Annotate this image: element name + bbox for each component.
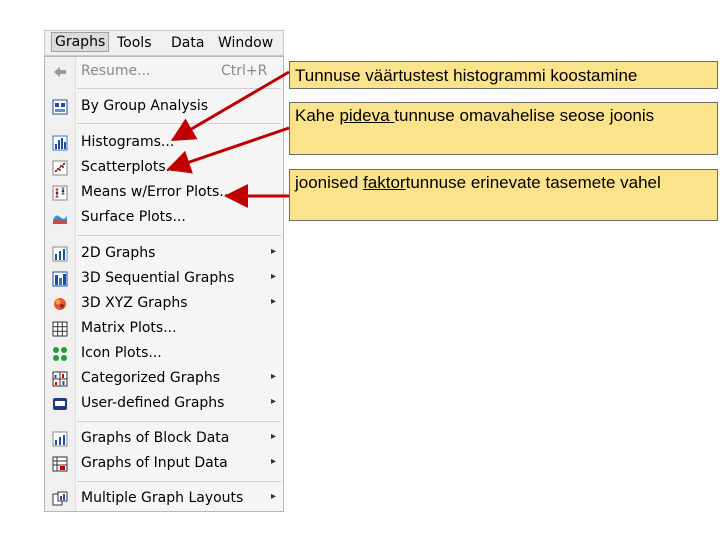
arrow-to-scatterplots — [166, 126, 290, 174]
annotation-arrows — [166, 70, 290, 208]
arrow-to-histograms — [170, 70, 290, 142]
